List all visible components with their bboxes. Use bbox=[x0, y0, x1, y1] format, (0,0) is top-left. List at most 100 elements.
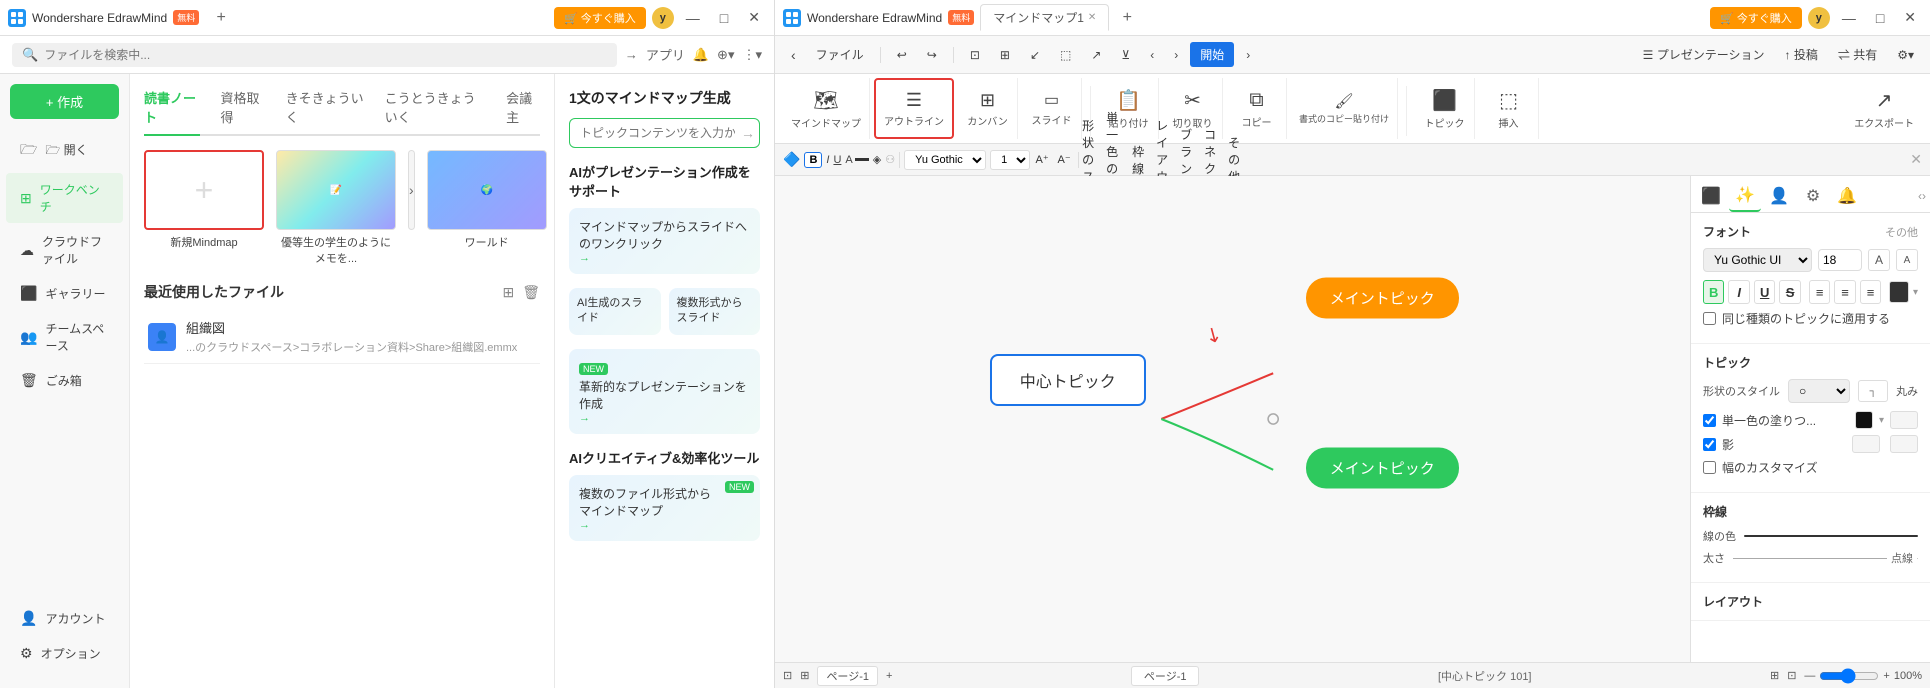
make-icon[interactable]: 🔷 bbox=[783, 151, 800, 168]
italic-btn-toolbar[interactable]: I bbox=[826, 154, 829, 166]
props-tab-ai[interactable]: ✨ bbox=[1729, 180, 1761, 212]
maximize-left[interactable]: □ bbox=[714, 8, 734, 28]
tab-more[interactable]: › bbox=[1238, 44, 1258, 66]
arrow-icon[interactable]: → bbox=[625, 47, 638, 62]
font-color-swatch[interactable] bbox=[1889, 281, 1909, 303]
template-scroll-right[interactable]: › bbox=[408, 150, 415, 230]
close-right[interactable]: ✕ bbox=[1898, 7, 1922, 28]
settings-more-btn[interactable]: ⚙▾ bbox=[1889, 44, 1922, 66]
props-tab-bell[interactable]: 🔔 bbox=[1831, 180, 1863, 212]
close-left[interactable]: ✕ bbox=[742, 7, 766, 28]
recent-item-0[interactable]: 👤 組織図 ...のクラウドスペース>コラボレーション資料>Share>組織図.… bbox=[144, 310, 540, 364]
undo-btn[interactable]: ↩ bbox=[889, 44, 915, 66]
nav-back[interactable]: ‹ bbox=[783, 43, 804, 67]
page-indicator-tab[interactable]: ページ-1 bbox=[1131, 666, 1200, 686]
underline-btn-toolbar[interactable]: U bbox=[833, 154, 841, 166]
tool-icon-7[interactable]: ‹ bbox=[1142, 44, 1162, 66]
bold-btn[interactable]: B bbox=[1703, 280, 1724, 304]
font-size-down-toolbar[interactable]: A⁻ bbox=[1054, 150, 1074, 170]
presentation-btn[interactable]: ☰ プレゼンテーション bbox=[1635, 42, 1773, 67]
ribbon-outline[interactable]: ☰ アウトライン bbox=[874, 78, 954, 139]
tab-meeting[interactable]: 会議主 bbox=[506, 88, 540, 134]
color-dropdown-arrow[interactable]: ▾ bbox=[1913, 287, 1918, 298]
color-right-preview[interactable] bbox=[1890, 411, 1918, 429]
font-color-A[interactable]: A bbox=[845, 154, 852, 166]
apps-btn[interactable]: アプリ bbox=[646, 45, 685, 64]
ribbon-mindmap[interactable]: 🗺 マインドマップ bbox=[783, 78, 870, 139]
italic-btn[interactable]: I bbox=[1728, 280, 1749, 304]
font-size-select-toolbar[interactable]: 18 bbox=[990, 150, 1030, 170]
template-card-3[interactable]: 🌍 ワールド bbox=[427, 150, 547, 250]
props-tab-person[interactable]: 👤 bbox=[1763, 180, 1795, 212]
zoom-slider[interactable] bbox=[1819, 668, 1879, 684]
doc-tab-mindmap1[interactable]: マインドマップ1 ✕ bbox=[980, 4, 1109, 31]
align-left-btn[interactable]: ≡ bbox=[1809, 280, 1830, 304]
ribbon-topic[interactable]: ⬛ トピック bbox=[1415, 78, 1475, 139]
avatar-right[interactable]: y bbox=[1808, 7, 1830, 29]
paint-icon[interactable]: ⚇ bbox=[885, 153, 895, 166]
shape-start-btn[interactable]: 形状のスタ... bbox=[1083, 150, 1103, 170]
ai-gen-slide-card[interactable]: AI生成のスライド bbox=[569, 288, 661, 335]
sidebar-item-cloud[interactable]: ☁ クラウドファイル bbox=[6, 225, 123, 275]
ribbon-insert[interactable]: ⬚ 挿入 bbox=[1479, 78, 1539, 139]
add-page-btn[interactable]: + bbox=[886, 670, 892, 682]
ai-innovative-card[interactable]: NEW 革新的なプレゼンテーションを作成 → bbox=[569, 349, 760, 434]
layout-btn-toolbar[interactable]: レイアウト bbox=[1155, 150, 1175, 170]
add-tab-left[interactable]: + bbox=[209, 6, 233, 30]
page-tab[interactable]: ページ-1 bbox=[817, 666, 878, 686]
connector-btn-toolbar[interactable]: コネクタ bbox=[1203, 150, 1223, 170]
font-name-select-toolbar[interactable]: Yu Gothic bbox=[904, 150, 986, 170]
redo-btn[interactable]: ↪ bbox=[919, 44, 945, 66]
strike-btn[interactable]: S bbox=[1779, 280, 1800, 304]
single-color-checkbox[interactable] bbox=[1703, 414, 1716, 427]
close-tab-icon[interactable]: ✕ bbox=[1088, 12, 1096, 23]
ribbon-slide[interactable]: ▭ スライド bbox=[1022, 78, 1082, 139]
branch-btn-toolbar[interactable]: ブランチ bbox=[1179, 150, 1199, 170]
border-btn-toolbar[interactable]: 枠線 bbox=[1131, 150, 1151, 170]
more-icon[interactable]: ⋮▾ bbox=[742, 47, 762, 63]
ai-input[interactable] bbox=[580, 126, 735, 140]
sidebar-item-options[interactable]: ⚙ オプション bbox=[6, 637, 123, 670]
tool-icon-5[interactable]: ↗ bbox=[1083, 44, 1109, 66]
buy-btn-right[interactable]: 🛒 今すぐ購入 bbox=[1710, 7, 1802, 29]
more-toolbar-btn[interactable]: その他 bbox=[1227, 150, 1247, 170]
search-input[interactable] bbox=[44, 48, 607, 62]
ai-multi-file-card[interactable]: NEW 複数のファイル形式からマインドマップ → bbox=[569, 475, 760, 541]
minimize-right[interactable]: — bbox=[1836, 8, 1862, 28]
font-name-select[interactable]: Yu Gothic UI bbox=[1703, 248, 1812, 272]
menu-item-file[interactable]: ファイル bbox=[808, 42, 872, 67]
single-color-swatch[interactable] bbox=[1855, 411, 1873, 429]
sidebar-item-open[interactable]: 🗁 🗁 開く bbox=[6, 131, 123, 171]
tab-reading[interactable]: 読書ノート bbox=[144, 88, 200, 134]
close-toolbar-btn[interactable]: ✕ bbox=[1910, 151, 1922, 168]
fill-color-btn[interactable]: 単一色の塗り... bbox=[1107, 150, 1127, 170]
font-size-input[interactable] bbox=[1818, 249, 1862, 271]
ai-multi-format-card[interactable]: 複数形式からスライド bbox=[669, 288, 761, 335]
avatar-left[interactable]: y bbox=[652, 7, 674, 29]
font-size-down-btn[interactable]: A bbox=[1896, 249, 1918, 271]
center-node[interactable]: 中心トピック bbox=[990, 354, 1146, 406]
ai-input-row[interactable]: → bbox=[569, 118, 760, 148]
page-nav-prev[interactable]: ⊡ bbox=[783, 669, 792, 682]
shape-select[interactable]: ○ bbox=[1788, 379, 1850, 403]
main-topic-1[interactable]: メイントピック bbox=[1306, 277, 1459, 318]
canvas-area[interactable]: 中心トピック メイントピック メイントピック ↘ bbox=[775, 176, 1690, 662]
ribbon-copy[interactable]: ⧉ コピー bbox=[1227, 78, 1287, 139]
props-tab-shape[interactable]: ⬛ bbox=[1695, 180, 1727, 212]
props-tab-settings[interactable]: ⚙ bbox=[1797, 180, 1829, 212]
zoom-in-btn[interactable]: + bbox=[1883, 670, 1889, 682]
help-icon[interactable]: ⊕▾ bbox=[717, 47, 734, 63]
sidebar-item-gallery[interactable]: ⬛ ギャラリー bbox=[6, 277, 123, 310]
nav-forward[interactable]: › bbox=[1166, 44, 1186, 66]
width-custom-checkbox[interactable] bbox=[1703, 461, 1716, 474]
single-color-arrow[interactable]: ▾ bbox=[1879, 415, 1884, 426]
ai-slide-card[interactable]: マインドマップからスライドへのワンクリック → bbox=[569, 208, 760, 274]
icon-map[interactable]: ⊡ bbox=[1787, 669, 1796, 682]
align-right-btn[interactable]: ≡ bbox=[1860, 280, 1881, 304]
tool-icon-6[interactable]: ⊻ bbox=[1113, 44, 1138, 66]
props-expand-btn[interactable]: ‹› bbox=[1918, 189, 1926, 203]
tool-icon-2[interactable]: ⊞ bbox=[992, 44, 1018, 66]
icon-grid[interactable]: ⊞ bbox=[1770, 669, 1779, 682]
sidebar-item-team[interactable]: 👥 チームスペース bbox=[6, 312, 123, 362]
template-card-2[interactable]: 📝 優等生の学生のようにメモを... bbox=[276, 150, 396, 266]
